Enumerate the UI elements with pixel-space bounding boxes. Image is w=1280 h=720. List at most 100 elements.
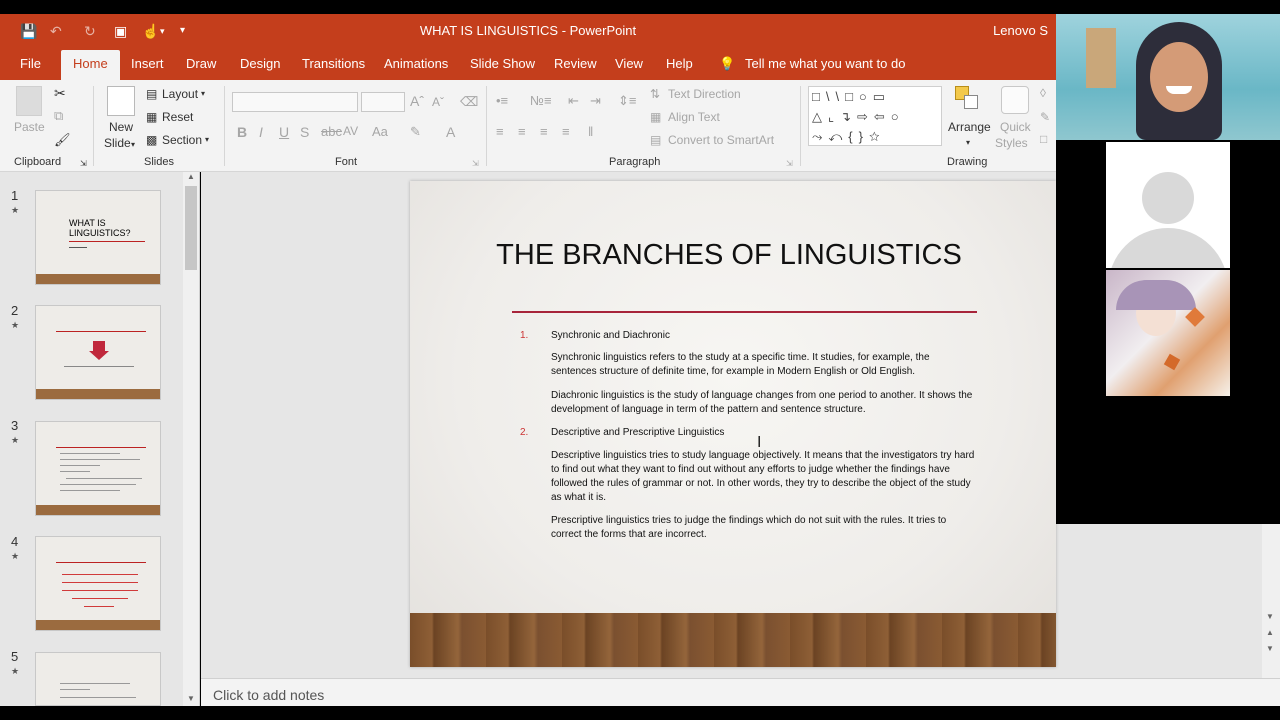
- dialog-launcher-icon[interactable]: ⇲: [472, 159, 479, 168]
- new-slide-icon[interactable]: [107, 86, 135, 116]
- chevron-down-icon[interactable]: ▾: [966, 138, 970, 147]
- font-name-combo[interactable]: [232, 92, 358, 112]
- align-text-icon[interactable]: ▦: [650, 110, 661, 124]
- section-button[interactable]: Section: [162, 133, 202, 147]
- slide-thumbnail-3[interactable]: [35, 421, 161, 516]
- arrange-button[interactable]: Arrange: [948, 120, 991, 134]
- shape-outline-icon[interactable]: ✎: [1040, 110, 1050, 124]
- italic-icon[interactable]: I: [259, 124, 263, 140]
- participant-tile-avatar[interactable]: [1056, 142, 1280, 268]
- tell-me-search[interactable]: Tell me what you want to do: [745, 50, 905, 80]
- clear-formatting-icon[interactable]: ⌫: [460, 94, 478, 110]
- chevron-down-icon[interactable]: ▾: [201, 89, 205, 98]
- scrollbar-thumb[interactable]: [185, 186, 197, 270]
- list-paragraph[interactable]: Diachronic linguistics is the study of l…: [551, 389, 976, 417]
- quick-styles-button[interactable]: Quick: [1000, 120, 1031, 134]
- scroll-down-icon[interactable]: ▼: [1266, 612, 1274, 621]
- tab-design[interactable]: Design: [240, 50, 280, 80]
- list-heading[interactable]: Synchronic and Diachronic: [551, 330, 670, 341]
- thumbnail-scrollbar[interactable]: ▲ ▼: [183, 172, 199, 706]
- participant-tile-anime[interactable]: [1056, 270, 1280, 396]
- format-painter-icon[interactable]: 🖌: [54, 132, 71, 148]
- paste-icon[interactable]: [16, 86, 42, 116]
- tab-animations[interactable]: Animations: [384, 50, 448, 80]
- underline-icon[interactable]: U: [279, 124, 289, 140]
- list-paragraph[interactable]: Descriptive linguistics tries to study l…: [551, 449, 979, 505]
- user-name[interactable]: Lenovo S: [993, 23, 1048, 38]
- decrease-font-icon[interactable]: Aˇ: [432, 95, 444, 109]
- previous-slide-icon[interactable]: ▲: [1266, 628, 1274, 637]
- paste-button[interactable]: Paste: [14, 120, 45, 134]
- slide-title[interactable]: THE BRANCHES OF LINGUISTICS: [410, 239, 1048, 272]
- tab-review[interactable]: Review: [554, 50, 597, 80]
- text-direction-button[interactable]: Text Direction: [668, 87, 741, 101]
- quick-styles-button-line2[interactable]: Styles: [995, 136, 1028, 150]
- columns-icon[interactable]: ‖: [588, 124, 593, 139]
- chevron-down-icon[interactable]: ▾: [131, 140, 135, 149]
- participant-tile-blank[interactable]: [1056, 398, 1280, 524]
- list-paragraph[interactable]: Synchronic linguistics refers to the stu…: [551, 351, 976, 379]
- slide-thumbnail-4[interactable]: [35, 536, 161, 631]
- convert-smartart-button[interactable]: Convert to SmartArt: [668, 133, 774, 147]
- layout-icon[interactable]: ▤: [146, 87, 157, 101]
- highlight-icon[interactable]: ✎: [410, 124, 421, 140]
- list-heading[interactable]: Descriptive and Prescriptive Linguistics: [551, 427, 724, 438]
- tab-file[interactable]: File: [20, 50, 41, 80]
- bullets-icon[interactable]: •≡: [496, 93, 508, 108]
- increase-indent-icon[interactable]: ⇥: [590, 93, 601, 109]
- chevron-down-icon[interactable]: ▾: [205, 135, 209, 144]
- character-spacing-icon[interactable]: AV: [343, 124, 358, 138]
- bold-icon[interactable]: B: [237, 124, 247, 140]
- scroll-up-icon[interactable]: ▲: [187, 172, 195, 181]
- tab-view[interactable]: View: [615, 50, 643, 80]
- list-paragraph[interactable]: Prescriptive linguistics tries to judge …: [551, 514, 979, 542]
- change-case-icon[interactable]: Aa: [372, 124, 388, 139]
- justify-icon[interactable]: ≡: [562, 124, 570, 139]
- notes-placeholder[interactable]: Click to add notes: [213, 687, 324, 703]
- decrease-indent-icon[interactable]: ⇤: [568, 93, 579, 109]
- text-direction-icon[interactable]: ⇅: [650, 87, 660, 101]
- slide-thumbnail-2[interactable]: [35, 305, 161, 400]
- current-slide[interactable]: THE BRANCHES OF LINGUISTICS 1. Synchroni…: [410, 181, 1056, 667]
- notes-pane[interactable]: Click to add notes: [201, 678, 1280, 706]
- tab-slide-show[interactable]: Slide Show: [470, 50, 535, 80]
- increase-font-icon[interactable]: Aˆ: [410, 93, 424, 109]
- shapes-gallery[interactable]: □\\□○▭ △⌞↴⇨⇦○ ⤳↶{}☆: [808, 86, 942, 146]
- dialog-launcher-icon[interactable]: ⇲: [786, 159, 793, 168]
- numbering-icon[interactable]: №≡: [530, 93, 552, 108]
- editor-scrollbar[interactable]: ▼ ▲ ▼: [1262, 524, 1280, 678]
- tab-transitions[interactable]: Transitions: [302, 50, 365, 80]
- slide-thumbnail-5[interactable]: [35, 652, 161, 706]
- dialog-launcher-icon[interactable]: ⇲: [80, 159, 87, 168]
- arrange-icon[interactable]: [955, 86, 981, 114]
- slide-thumbnail-1[interactable]: WHAT IS LINGUISTICS?: [35, 190, 161, 285]
- tab-insert[interactable]: Insert: [131, 50, 164, 80]
- align-right-icon[interactable]: ≡: [540, 124, 548, 139]
- align-left-icon[interactable]: ≡: [496, 124, 504, 139]
- align-center-icon[interactable]: ≡: [518, 124, 526, 139]
- align-text-button[interactable]: Align Text: [668, 110, 720, 124]
- font-size-combo[interactable]: [361, 92, 405, 112]
- participant-video-camera[interactable]: [1056, 14, 1280, 140]
- tab-help[interactable]: Help: [666, 50, 693, 80]
- shadow-icon[interactable]: S: [300, 124, 309, 140]
- next-slide-icon[interactable]: ▼: [1266, 644, 1274, 653]
- smartart-icon[interactable]: ▤: [650, 133, 661, 147]
- line-spacing-icon[interactable]: ⇕≡: [618, 93, 636, 109]
- reset-button[interactable]: Reset: [162, 110, 193, 124]
- cut-icon[interactable]: ✂: [54, 85, 66, 102]
- new-slide-button[interactable]: New: [109, 120, 133, 134]
- section-icon[interactable]: ▩: [146, 133, 157, 147]
- copy-icon[interactable]: ⧉: [54, 108, 63, 124]
- quick-styles-icon[interactable]: [1001, 86, 1029, 114]
- scroll-down-icon[interactable]: ▼: [187, 694, 195, 703]
- shape-effects-icon[interactable]: □: [1040, 132, 1047, 146]
- new-slide-button-line2[interactable]: Slide: [104, 136, 131, 150]
- font-color-icon[interactable]: A: [446, 124, 455, 140]
- strikethrough-icon[interactable]: abc: [321, 124, 342, 139]
- tab-home[interactable]: Home: [61, 50, 120, 81]
- layout-button[interactable]: Layout: [162, 87, 198, 101]
- tab-draw[interactable]: Draw: [186, 50, 216, 80]
- reset-icon[interactable]: ▦: [146, 110, 157, 124]
- shape-fill-icon[interactable]: ◊: [1040, 86, 1046, 100]
